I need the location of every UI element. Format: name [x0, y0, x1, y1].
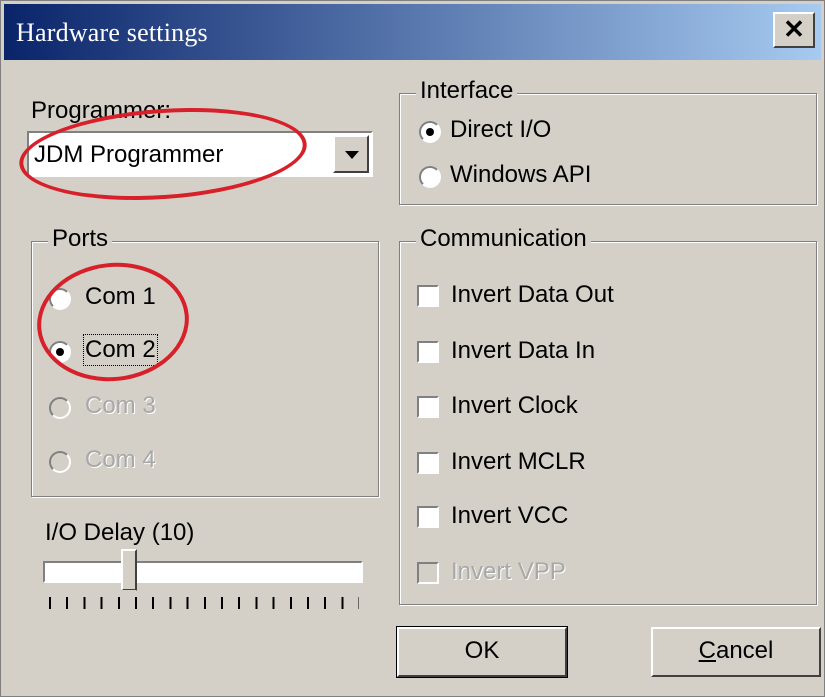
- close-icon: ✕: [783, 14, 805, 44]
- ports-group: Ports: [31, 225, 379, 497]
- radio-direct-io[interactable]: [419, 121, 441, 143]
- invert-data-in-label: Invert Data In: [451, 337, 596, 364]
- chevron-down-icon[interactable]: [333, 135, 369, 173]
- cancel-label-rest: ancel: [715, 637, 774, 664]
- radio-com2[interactable]: [49, 341, 71, 363]
- checkbox-invert-mclr[interactable]: [417, 452, 439, 474]
- com2-label: Com 2: [83, 334, 158, 366]
- invert-mclr-label: Invert MCLR: [451, 448, 586, 475]
- programmer-select-value: JDM Programmer: [34, 141, 224, 168]
- communication-legend: Communication: [416, 225, 591, 253]
- close-button[interactable]: ✕: [773, 12, 815, 48]
- io-delay-slider-thumb[interactable]: [121, 549, 137, 599]
- checkbox-invert-vcc[interactable]: [417, 506, 439, 528]
- ok-button-label: OK: [464, 637, 500, 664]
- ports-legend: Ports: [48, 225, 113, 253]
- programmer-label: Programmer:: [31, 97, 172, 124]
- radio-com1[interactable]: [49, 288, 71, 310]
- radio-com4[interactable]: [49, 451, 71, 473]
- com4-label: Com 4: [85, 446, 156, 473]
- com1-label: Com 1: [85, 283, 156, 310]
- io-delay-slider-track[interactable]: [43, 561, 363, 583]
- ok-button[interactable]: OK: [396, 626, 568, 678]
- title-bar[interactable]: Hardware settings ✕: [4, 4, 821, 60]
- invert-vpp-label: Invert VPP: [451, 558, 566, 585]
- windows-api-label: Windows API: [450, 161, 592, 188]
- invert-vcc-label: Invert VCC: [451, 502, 569, 529]
- cancel-accelerator: C: [698, 637, 716, 664]
- io-delay-label: I/O Delay (10): [45, 519, 195, 546]
- checkbox-invert-vpp[interactable]: [417, 562, 439, 584]
- invert-clock-label: Invert Clock: [451, 392, 578, 419]
- cancel-button-label: Cancel: [699, 637, 774, 664]
- radio-windows-api[interactable]: [419, 166, 441, 188]
- programmer-select[interactable]: JDM Programmer: [27, 131, 373, 177]
- cancel-button[interactable]: Cancel: [651, 627, 821, 677]
- interface-legend: Interface: [416, 77, 518, 105]
- com3-label: Com 3: [85, 392, 156, 419]
- checkbox-invert-clock[interactable]: [417, 396, 439, 418]
- direct-io-label: Direct I/O: [450, 116, 552, 143]
- checkbox-invert-data-in[interactable]: [417, 341, 439, 363]
- radio-com3[interactable]: [49, 397, 71, 419]
- window-title: Hardware settings: [16, 18, 208, 47]
- hardware-settings-dialog: Hardware settings ✕ Programmer: JDM Prog…: [0, 0, 825, 697]
- invert-data-out-label: Invert Data Out: [451, 281, 614, 308]
- checkbox-invert-data-out[interactable]: [417, 285, 439, 307]
- slider-ticks: [49, 597, 359, 609]
